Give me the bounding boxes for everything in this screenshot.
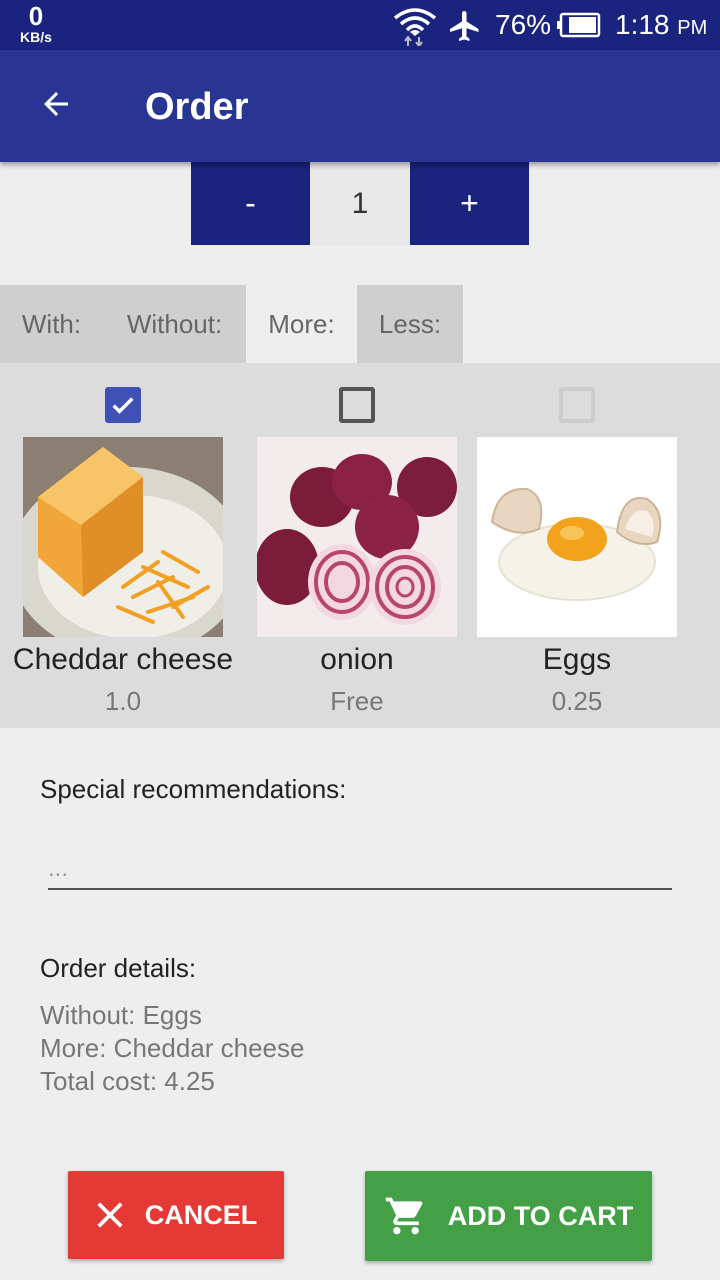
decrement-button[interactable]: - (191, 162, 310, 245)
back-button[interactable] (28, 78, 84, 134)
cancel-button[interactable]: CANCEL (68, 1171, 284, 1259)
ingredient-price: 0.25 (551, 686, 603, 716)
quantity-stepper: - 1 + (191, 162, 529, 245)
tab-without[interactable]: Without: (103, 285, 246, 363)
ingredient-name: Eggs (542, 643, 612, 676)
check-icon (112, 397, 134, 414)
special-recommendations-input[interactable] (48, 850, 672, 890)
battery-percent: 76% (495, 9, 552, 40)
arrow-back-icon (38, 86, 74, 127)
close-icon (95, 1200, 125, 1230)
cancel-button-label: CANCEL (144, 1199, 258, 1230)
increment-button[interactable]: + (410, 162, 529, 245)
order-details: Without: Eggs More: Cheddar cheese Total… (40, 999, 304, 1098)
quantity-value: 1 (310, 162, 410, 245)
order-detail-line: More: Cheddar cheese (40, 1033, 305, 1063)
app-bar: Order (0, 50, 720, 162)
ingredient-name: onion (320, 643, 394, 676)
battery-icon (556, 12, 602, 43)
tab-less[interactable]: Less: (357, 285, 463, 363)
ingredients-panel: Cheddar cheese 1.0 onion Free Eggs 0.25 (0, 363, 720, 728)
ingredient-price: Free (330, 686, 384, 716)
ingredient-price: 1.0 (104, 686, 142, 716)
ingredient-item: Cheddar cheese 1.0 (3, 363, 243, 728)
cheddar-cheese-image[interactable] (23, 437, 223, 637)
ingredient-checkbox[interactable] (105, 387, 141, 423)
ingredient-name: Cheddar cheese (12, 643, 234, 676)
tab-more[interactable]: More: (246, 285, 357, 363)
airplane-mode-icon (447, 8, 483, 49)
order-details-label: Order details: (40, 953, 197, 983)
order-detail-line: Total cost: 4.25 (40, 1066, 215, 1096)
order-detail-line: Without: Eggs (40, 1000, 202, 1030)
network-speed: 0 KB/s (20, 1, 52, 45)
ingredient-item: Eggs 0.25 (457, 363, 697, 728)
ingredient-checkbox[interactable] (339, 387, 375, 423)
eggs-image[interactable] (477, 437, 677, 637)
clock: 1:18 PM (615, 9, 708, 40)
wifi-icon (393, 6, 437, 51)
status-bar: 0 KB/s 76% 1:18 PM (0, 0, 720, 50)
tab-with[interactable]: With: (0, 285, 103, 363)
modifier-tabs: With: Without: More: Less: (0, 285, 463, 363)
special-recommendations-label: Special recommendations: (40, 774, 347, 804)
ingredient-checkbox[interactable] (559, 387, 595, 423)
add-to-cart-button[interactable]: ADD TO CART (365, 1171, 652, 1261)
cart-icon (384, 1194, 428, 1238)
onion-image[interactable] (257, 437, 457, 637)
add-to-cart-label: ADD TO CART (447, 1200, 634, 1231)
ingredient-item: onion Free (237, 363, 477, 728)
page-title: Order (145, 86, 249, 128)
